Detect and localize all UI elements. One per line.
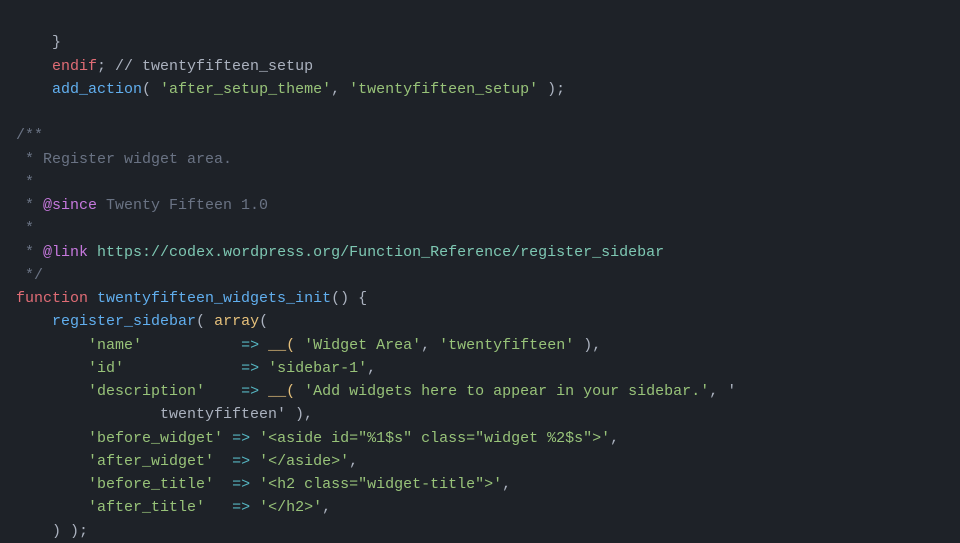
line-20: 'before_title' => '<h2 class="widget-tit…: [16, 476, 511, 493]
line-12: function twentyfifteen_widgets_init() {: [16, 290, 367, 307]
line-14: 'name' => __( 'Widget Area', 'twentyfift…: [16, 337, 601, 354]
line-1: }: [16, 34, 61, 51]
line-5: /**: [16, 127, 43, 144]
line-16: 'description' => __( 'Add widgets here t…: [16, 383, 736, 400]
line-10: * @link https://codex.wordpress.org/Func…: [16, 244, 664, 261]
line-11: */: [16, 267, 43, 284]
line-6: * Register widget area.: [16, 151, 232, 168]
line-4: [16, 104, 25, 121]
line-18: 'before_widget' => '<aside id="%1$s" cla…: [16, 430, 619, 447]
line-9: *: [16, 220, 34, 237]
line-13: register_sidebar( array(: [16, 313, 268, 330]
line-3: add_action( 'after_setup_theme', 'twenty…: [16, 81, 565, 98]
line-7: *: [16, 174, 34, 191]
line-8: * @since Twenty Fifteen 1.0: [16, 197, 268, 214]
line-21: 'after_title' => '</h2>',: [16, 499, 331, 516]
line-17: twentyfifteen' ),: [16, 406, 313, 423]
line-15: 'id' => 'sidebar-1',: [16, 360, 376, 377]
line-19: 'after_widget' => '</aside>',: [16, 453, 358, 470]
line-22: ) );: [16, 523, 88, 540]
code-editor: } endif; // twentyfifteen_setup add_acti…: [16, 8, 960, 543]
line-2: endif; // twentyfifteen_setup: [16, 58, 313, 75]
